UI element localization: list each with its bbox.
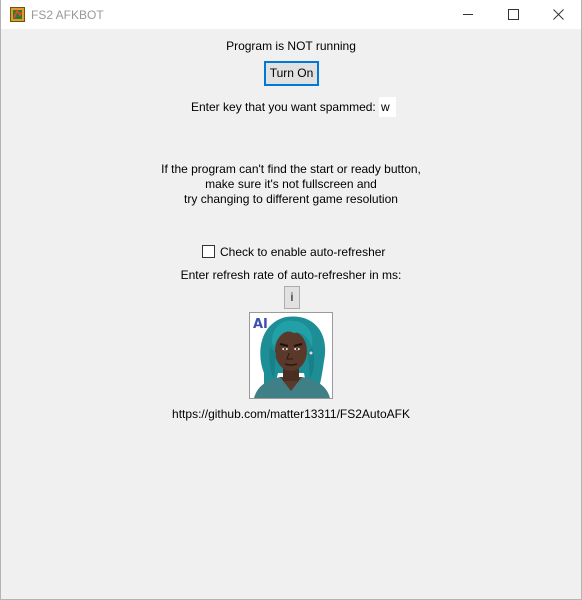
close-icon: [553, 9, 564, 20]
info-line: try changing to different game resolutio…: [184, 192, 398, 206]
refresh-rate-label: Enter refresh rate of auto-refresher in …: [180, 268, 402, 282]
status-text: Program is NOT running: [226, 39, 356, 53]
maximize-button[interactable]: [491, 0, 536, 29]
autorefresh-checkbox-label: Check to enable auto-refresher: [220, 245, 386, 259]
avatar-badge: AI: [253, 317, 268, 332]
key-row: Enter key that you want spammed: w: [1, 97, 581, 117]
info-button[interactable]: i: [284, 286, 300, 309]
title-bar[interactable]: FS2 AFKBOT: [1, 0, 581, 29]
main-content: Program is NOT running Turn On Enter key…: [1, 29, 581, 599]
turn-on-button[interactable]: Turn On: [264, 61, 319, 86]
minimize-icon: [463, 14, 473, 15]
autorefresh-checkbox[interactable]: [202, 245, 215, 258]
close-button[interactable]: [536, 0, 581, 29]
key-label: Enter key that you want spammed:: [191, 100, 376, 114]
window-title: FS2 AFKBOT: [31, 8, 104, 22]
app-icon: [10, 7, 25, 22]
app-window: FS2 AFKBOT Program is NOT running Turn O…: [0, 0, 582, 600]
info-line: If the program can't find the start or r…: [161, 162, 421, 176]
avatar-image: AI: [249, 312, 333, 399]
info-line: make sure it's not fullscreen and: [205, 177, 377, 191]
maximize-icon: [508, 9, 519, 20]
key-input[interactable]: w: [379, 97, 396, 117]
github-link[interactable]: https://github.com/matter13311/FS2AutoAF…: [1, 407, 581, 421]
minimize-button[interactable]: [446, 0, 491, 29]
info-message: If the program can't find the start or r…: [1, 162, 581, 207]
